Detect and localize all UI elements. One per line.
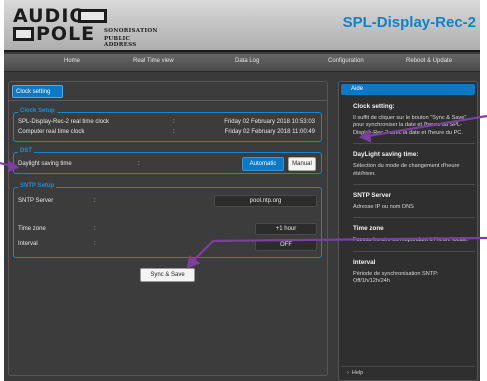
- help-title-sntp: SNTP Server: [353, 192, 392, 200]
- sntp-legend: SNTP Setup: [18, 183, 57, 189]
- nav-data-log[interactable]: Data Log: [235, 58, 259, 64]
- dst-group: DST Daylight saving time : Automatic Man…: [13, 148, 322, 174]
- computer-clock-value: Friday 02 February 2018 11:00:49: [224, 129, 315, 135]
- audio-pole-logo: AUDIO POLE SONORISATION PUBLIC ADDRESS: [13, 7, 158, 48]
- colon: :: [94, 226, 96, 232]
- main-nav: Home Real Time view Data Log Configurati…: [4, 54, 480, 72]
- device-clock-label: SPL-Display-Rec-2 real time clock: [18, 119, 110, 125]
- clock-setting-panel: Clock setting Clock Setup SPL-Display-Re…: [8, 81, 328, 376]
- interval-label: Interval: [18, 241, 38, 247]
- timezone-label: Time zone: [18, 226, 46, 232]
- help-panel: Aide Clock setting: Il suffit de cliquer…: [338, 81, 478, 381]
- help-text-sntp: Adresse IP ou nom DNS: [353, 204, 414, 211]
- device-clock-value: Friday 02 February 2018 10:53:03: [224, 119, 315, 125]
- dst-legend: DST: [18, 148, 34, 154]
- logo-subtitle-1: SONORISATION: [104, 28, 158, 34]
- logo-text-pole: POLE: [36, 23, 96, 45]
- dst-label: Daylight saving time: [18, 161, 72, 167]
- help-body: Clock setting: Il suffit de cliquer sur …: [353, 100, 475, 286]
- sntp-server-label: SNTP Server: [18, 198, 54, 204]
- computer-clock-label: Computer real time clock: [18, 129, 85, 135]
- colon: :: [173, 129, 175, 135]
- sntp-group: SNTP Setup SNTP Server : pool.ntp.org Ti…: [13, 183, 322, 258]
- clock-setup-legend: Clock Setup: [18, 108, 57, 114]
- dst-automatic-button[interactable]: Automatic: [242, 157, 284, 171]
- help-text-interval: Période de synchronisation SNTP: Off/1h/…: [353, 270, 439, 285]
- colon: :: [173, 119, 175, 125]
- header: AUDIO POLE SONORISATION PUBLIC ADDRESS S…: [4, 0, 480, 52]
- dst-manual-button[interactable]: Manual: [288, 157, 316, 171]
- nav-reboot-update[interactable]: Reboot & Update: [406, 58, 452, 64]
- nav-real-time-view[interactable]: Real Time view: [133, 58, 174, 64]
- interval-select[interactable]: OFF: [255, 239, 317, 251]
- sntp-server-input[interactable]: pool.ntp.org: [214, 195, 317, 207]
- help-title-timezone: Time zone: [353, 225, 384, 233]
- nav-home[interactable]: Home: [64, 58, 80, 64]
- help-text-clock: Il suffit de cliquer sur le bouton "Sync…: [353, 115, 467, 136]
- device-title: SPL-Display-Rec-2: [342, 14, 476, 31]
- chevron-right-icon: ›: [347, 370, 349, 376]
- logo-subtitle-2: PUBLIC ADDRESS: [104, 36, 137, 48]
- colon: :: [138, 161, 140, 167]
- help-title-interval: Interval: [353, 258, 376, 266]
- help-text-dst: Sélection du mode de changement d'heure …: [353, 163, 460, 177]
- help-title-clock: Clock setting:: [353, 103, 395, 110]
- page: AUDIO POLE SONORISATION PUBLIC ADDRESS S…: [4, 0, 480, 381]
- colon: :: [94, 198, 96, 204]
- help-footer-label: Help: [351, 370, 364, 376]
- clock-setup-group: Clock Setup SPL-Display-Rec-2 real time …: [13, 108, 322, 142]
- help-header: Aide: [341, 84, 475, 95]
- help-title-dst: DayLight saving time:: [353, 151, 419, 159]
- sync-save-button[interactable]: Sync & Save: [140, 268, 195, 282]
- nav-configuration[interactable]: Configuration: [328, 58, 364, 64]
- timezone-select[interactable]: +1 hour: [255, 223, 317, 235]
- colon: :: [94, 241, 96, 247]
- help-text-timezone: Fuseau horaire correspondant à l'heure l…: [353, 237, 469, 244]
- help-footer-link[interactable]: › Help: [341, 366, 475, 376]
- tab-clock-setting[interactable]: Clock setting: [12, 85, 63, 98]
